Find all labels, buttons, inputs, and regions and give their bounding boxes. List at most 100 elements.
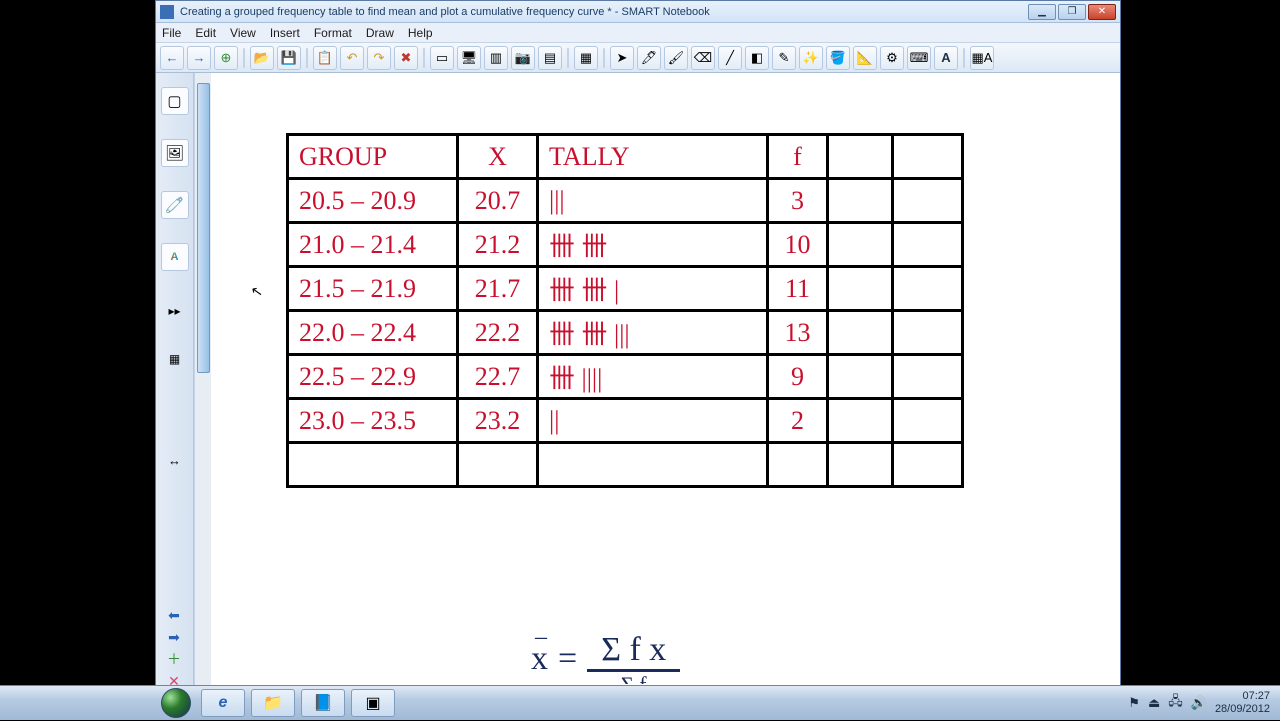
- header-tally: TALLY: [538, 135, 768, 179]
- taskbar-ie[interactable]: e: [201, 689, 245, 717]
- attachments-tab[interactable]: 🧷: [161, 191, 189, 219]
- titlebar[interactable]: Creating a grouped frequency table to fi…: [156, 1, 1120, 23]
- taskbar-explorer[interactable]: 📁: [251, 689, 295, 717]
- auto-hide-toggle[interactable]: ↔: [168, 453, 181, 468]
- cell-x: 21.2: [458, 223, 538, 267]
- creative-pen-tool[interactable]: 🖌: [664, 46, 688, 70]
- line-tool[interactable]: ╱: [718, 46, 742, 70]
- menu-view[interactable]: View: [230, 26, 256, 40]
- add-page-side-button[interactable]: ＋: [162, 650, 186, 668]
- menu-edit[interactable]: Edit: [195, 26, 216, 40]
- add-page-button[interactable]: ⊕: [214, 46, 238, 70]
- frequency-table[interactable]: GROUP X TALLY f 20.5 – 20.9 20.7 ||| 3 2…: [286, 133, 964, 488]
- volume-icon[interactable]: 🔊: [1191, 695, 1207, 711]
- cell-x: 23.2: [458, 399, 538, 443]
- table-row: 21.5 – 21.9 21.7 卌 卌 | 11: [288, 267, 963, 311]
- table-header-row: GROUP X TALLY f: [288, 135, 963, 179]
- page-sorter-tab[interactable]: ▢: [161, 87, 189, 115]
- cell-f: 11: [768, 267, 828, 311]
- full-screen-button[interactable]: 🖥: [457, 46, 481, 70]
- menu-help[interactable]: Help: [408, 26, 433, 40]
- taskbar-smart-notebook[interactable]: 📘: [301, 689, 345, 717]
- menu-file[interactable]: File: [162, 26, 181, 40]
- taskbar-clock[interactable]: 07:27 28/09/2012: [1215, 690, 1270, 715]
- menubar: File Edit View Insert Format Draw Help: [156, 23, 1120, 43]
- clock-time: 07:27: [1215, 690, 1270, 703]
- header-empty-1: [828, 135, 893, 179]
- flag-icon[interactable]: ⚑: [1128, 695, 1140, 711]
- addon-tab[interactable]: ▦: [161, 345, 189, 373]
- maximize-button[interactable]: ❐: [1058, 4, 1086, 20]
- header-x: X: [458, 135, 538, 179]
- paste-button[interactable]: 📋: [313, 46, 337, 70]
- formula-denominator: Σ f: [621, 672, 647, 684]
- network-icon[interactable]: 🖧: [1168, 692, 1183, 714]
- text-properties-button[interactable]: ▦A: [970, 46, 994, 70]
- safely-remove-icon[interactable]: ⏏: [1148, 695, 1160, 711]
- vertical-scrollbar[interactable]: [194, 73, 211, 698]
- cell-group: 20.5 – 20.9: [288, 179, 458, 223]
- page-canvas[interactable]: ↖ GROUP X TALLY f 20.5 – 20.9 20.7 ||| 3: [211, 73, 1120, 698]
- formula-lhs: x: [531, 640, 548, 678]
- letterbox-right: [1121, 0, 1280, 699]
- magic-pen-tool[interactable]: ✨: [799, 46, 823, 70]
- toolbar-separator: [243, 48, 245, 68]
- measurement-button[interactable]: 📐: [853, 46, 877, 70]
- dual-page-button[interactable]: ▥: [484, 46, 508, 70]
- cell-x: 22.2: [458, 311, 538, 355]
- capture-button[interactable]: 📷: [511, 46, 535, 70]
- start-button[interactable]: [155, 686, 197, 721]
- clock-date: 28/09/2012: [1215, 703, 1270, 716]
- shape-recognition-pen[interactable]: ✎: [772, 46, 796, 70]
- table-row: 20.5 – 20.9 20.7 ||| 3: [288, 179, 963, 223]
- eraser-tool[interactable]: ⌫: [691, 46, 715, 70]
- formula-numerator: Σ f x: [587, 633, 680, 672]
- forward-button[interactable]: →: [187, 46, 211, 70]
- pen-tool[interactable]: 🖊: [637, 46, 661, 70]
- keyboard-button[interactable]: ⌨: [907, 46, 931, 70]
- back-button[interactable]: ←: [160, 46, 184, 70]
- toolbar-separator: [567, 48, 569, 68]
- prev-page-button[interactable]: ⬅: [162, 606, 186, 624]
- fill-tool[interactable]: 🪣: [826, 46, 850, 70]
- cell-x: 20.7: [458, 179, 538, 223]
- redo-button[interactable]: ↷: [367, 46, 391, 70]
- collapse-side-button[interactable]: ▸▸: [165, 301, 185, 321]
- select-tool[interactable]: ➤: [610, 46, 634, 70]
- text-tool[interactable]: A: [934, 46, 958, 70]
- system-tray[interactable]: ⚑ ⏏ 🖧 🔊 07:27 28/09/2012: [1128, 690, 1280, 715]
- menu-format[interactable]: Format: [314, 26, 352, 40]
- properties-tab[interactable]: A: [161, 243, 189, 271]
- delete-button[interactable]: ✖: [394, 46, 418, 70]
- cell-x: 22.7: [458, 355, 538, 399]
- close-button[interactable]: ✕: [1088, 4, 1116, 20]
- table-button[interactable]: ▦: [574, 46, 598, 70]
- cell-tally: |||: [538, 179, 768, 223]
- minimize-button[interactable]: ▁: [1028, 4, 1056, 20]
- toolbar-separator: [603, 48, 605, 68]
- menu-insert[interactable]: Insert: [270, 26, 300, 40]
- shapes-tool[interactable]: ◧: [745, 46, 769, 70]
- taskbar-recorder[interactable]: ▣: [351, 689, 395, 717]
- screen-shade-button[interactable]: ▭: [430, 46, 454, 70]
- scrollbar-thumb[interactable]: [197, 83, 210, 373]
- cell-group: 23.0 – 23.5: [288, 399, 458, 443]
- document-camera-button[interactable]: ▤: [538, 46, 562, 70]
- undo-button[interactable]: ↶: [340, 46, 364, 70]
- open-button[interactable]: 📂: [250, 46, 274, 70]
- next-page-button[interactable]: ➡: [162, 628, 186, 646]
- toolbar-separator: [306, 48, 308, 68]
- formula-fraction: Σ f x Σ f: [587, 633, 680, 684]
- properties-button[interactable]: ⚙: [880, 46, 904, 70]
- gallery-tab[interactable]: 🖼: [161, 139, 189, 167]
- cell-f: 3: [768, 179, 828, 223]
- taskbar[interactable]: e 📁 📘 ▣ ⚑ ⏏ 🖧 🔊 07:27 28/09/2012: [0, 685, 1280, 720]
- cell-group: 22.0 – 22.4: [288, 311, 458, 355]
- cell-tally: 卌 ||||: [538, 355, 768, 399]
- menu-draw[interactable]: Draw: [366, 26, 394, 40]
- cell-f: 10: [768, 223, 828, 267]
- save-button[interactable]: 💾: [277, 46, 301, 70]
- toolbar-separator: [963, 48, 965, 68]
- formula-equals: =: [558, 640, 577, 678]
- side-panel: ▢ 🖼 🧷 A ▸▸ ▦ ↔ ⬅ ➡ ＋ ✕: [156, 73, 194, 698]
